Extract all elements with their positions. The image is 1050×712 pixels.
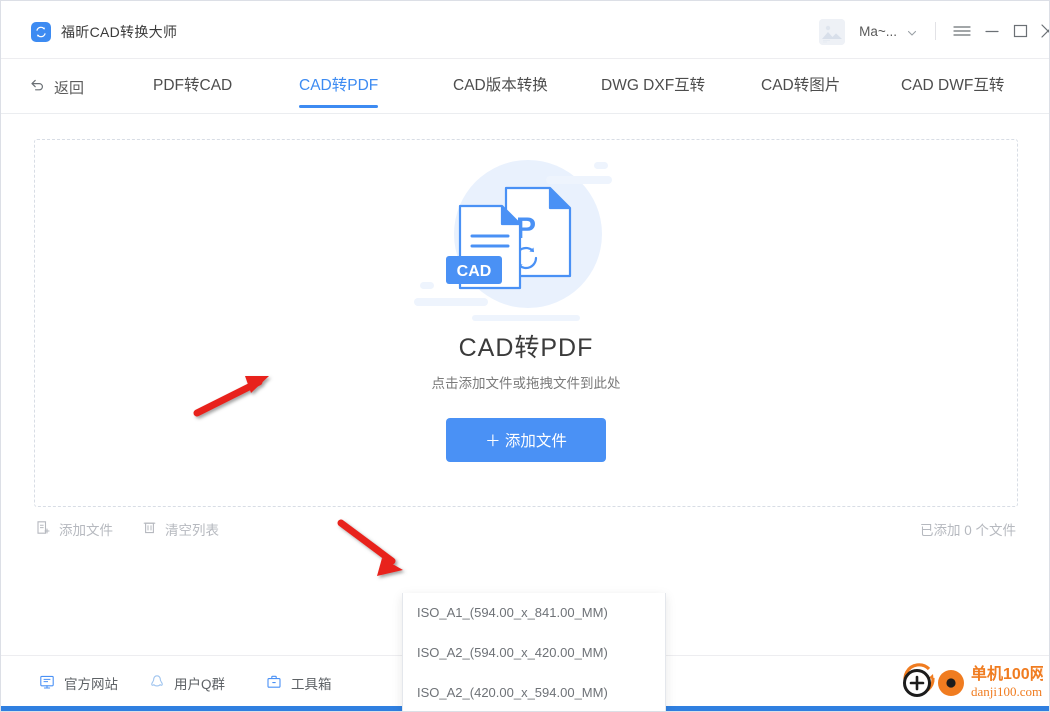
cad-app-icon [31, 22, 51, 42]
dropzone-title: CAD转PDF [458, 334, 594, 362]
trash-icon [142, 520, 157, 538]
avatar[interactable] [819, 19, 845, 45]
tab-pdf-to-cad[interactable]: PDF转CAD [153, 73, 232, 108]
cad-badge-text: CAD [457, 263, 492, 280]
tab-dwg-dxf-convert[interactable]: DWG DXF互转 [601, 73, 705, 108]
footer-official-website[interactable]: 官方网站 [39, 673, 118, 693]
dropzone-subtitle: 点击添加文件或拖拽文件到此处 [431, 376, 621, 391]
file-add-icon [36, 520, 51, 538]
user-name[interactable]: Ma~... [859, 23, 897, 41]
file-drop-zone[interactable]: P CAD CAD转PDF 点击添加文件或拖拽文件到此处 ＋ 添加文件 [34, 139, 1018, 507]
clear-list-action[interactable]: 清空列表 [142, 519, 219, 539]
app-title: 福昕CAD转换大师 [61, 24, 178, 40]
footer-toolbox-label: 工具箱 [291, 677, 332, 692]
back-button[interactable]: 返回 [29, 75, 84, 99]
clear-list-action-label: 清空列表 [165, 523, 219, 538]
footer-toolbox[interactable]: 工具箱 [266, 673, 332, 693]
titlebar-divider [935, 22, 936, 40]
chevron-down-icon[interactable] [906, 26, 918, 38]
add-file-action[interactable]: 添加文件 [36, 519, 113, 539]
page-size-option[interactable]: ISO_A2_(594.00_x_420.00_MM) [403, 633, 665, 673]
title-bar: 福昕CAD转换大师 Ma~... [1, 1, 1049, 59]
page-size-option[interactable]: ISO_A1_(594.00_x_841.00_MM) [403, 593, 665, 633]
nav-bar: 返回 PDF转CAD CAD转PDF CAD版本转换 DWG DXF互转 CAD… [1, 59, 1049, 114]
tab-cad-dwf-convert[interactable]: CAD DWF互转 [901, 73, 1004, 108]
tab-cad-to-image[interactable]: CAD转图片 [761, 73, 840, 108]
monitor-icon [39, 674, 55, 693]
page-size-dropdown-list[interactable]: ISO_A1_(594.00_x_841.00_MM) ISO_A2_(594.… [402, 593, 666, 711]
back-button-label: 返回 [54, 79, 85, 97]
application-window: 福昕CAD转换大师 Ma~... 返回 PDF转CAD CAD转PDF CAD版… [0, 0, 1050, 712]
cad-to-pdf-documents-illustration: P CAD [376, 150, 676, 330]
close-icon[interactable] [1037, 21, 1049, 41]
footer-official-website-label: 官方网站 [64, 677, 118, 692]
footer-qq-group-label: 用户Q群 [174, 677, 226, 692]
add-file-action-label: 添加文件 [59, 523, 113, 538]
add-file-button[interactable]: ＋ 添加文件 [446, 418, 606, 462]
tab-cad-to-pdf[interactable]: CAD转PDF [299, 73, 379, 108]
file-action-row: 添加文件 清空列表 已添加 0 个文件 [1, 513, 1049, 548]
toolbox-icon [266, 674, 282, 693]
back-arrow-icon [29, 76, 46, 98]
minimize-icon[interactable] [981, 21, 1003, 41]
footer-qq-group[interactable]: 用户Q群 [149, 673, 225, 693]
hamburger-menu-icon[interactable] [951, 21, 973, 41]
tab-cad-version-convert[interactable]: CAD版本转换 [453, 73, 548, 108]
qq-penguin-icon [149, 674, 165, 693]
file-count-label: 已添加 0 个文件 [919, 523, 1016, 538]
page-size-option[interactable]: ISO_A2_(420.00_x_594.00_MM) [403, 673, 665, 711]
